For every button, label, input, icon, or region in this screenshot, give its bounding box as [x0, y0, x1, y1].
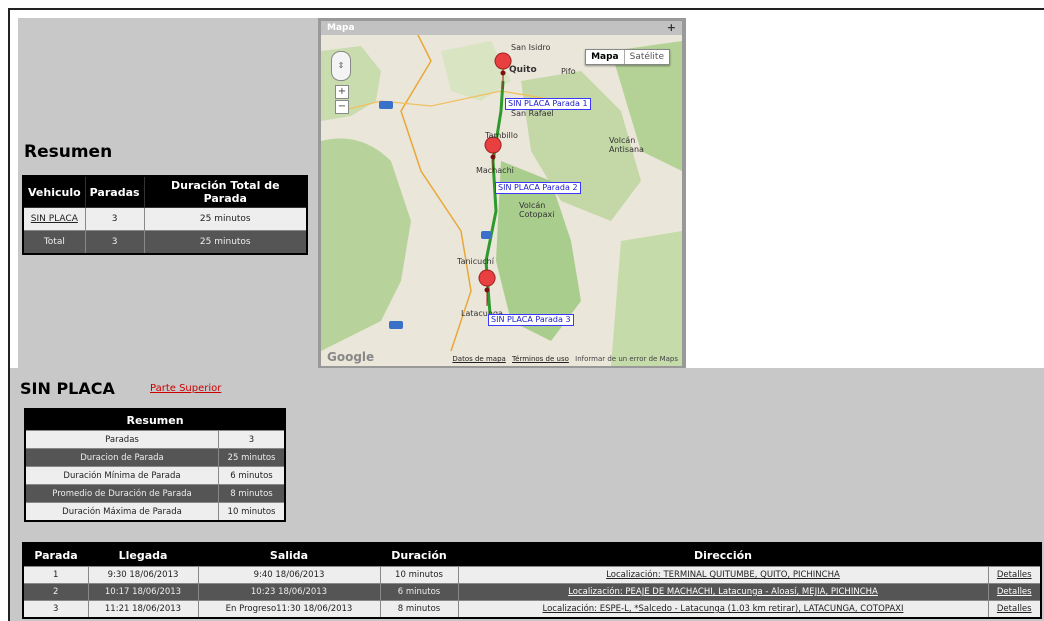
- report-error-link[interactable]: Informar de un error de Maps: [575, 355, 678, 363]
- duration-cell: 25 minutos: [143, 207, 308, 231]
- stop-number: 3: [22, 600, 89, 619]
- details-link[interactable]: Detalles: [997, 587, 1032, 597]
- place-label: Volcán Cotopaxi: [519, 201, 555, 219]
- blank-area: [686, 18, 1044, 368]
- summary-table: Vehiculo Paradas Duración Total de Parad…: [22, 175, 308, 255]
- stop-arrival: 10:17 18/06/2013: [87, 583, 199, 601]
- stat-label: Duración Máxima de Parada: [24, 502, 219, 522]
- table-row: Promedio de Duración de Parada 8 minutos: [24, 484, 286, 503]
- terms-link[interactable]: Términos de uso: [512, 355, 569, 363]
- stop-address-cell: Localización: TERMINAL QUITUMBE, QUITO, …: [457, 566, 989, 584]
- col-duration: Duración: [380, 543, 458, 567]
- stop-departure: 10:23 18/06/2013: [197, 583, 381, 601]
- total-label: Total: [22, 230, 86, 255]
- place-label: San Isidro: [511, 43, 551, 52]
- google-logo: Google: [327, 350, 375, 364]
- map-widget: Mapa + Mapa Satélite ⇕ + − San Isidro Qu…: [318, 18, 686, 370]
- place-label: Quito: [509, 65, 537, 75]
- zoom-control: ⇕ + −: [331, 51, 353, 114]
- stat-label: Duración Mínima de Parada: [24, 466, 219, 485]
- pan-icon[interactable]: ⇕: [331, 51, 351, 81]
- place-label: San Rafael: [511, 109, 554, 118]
- stop-duration: 10 minutos: [379, 566, 459, 584]
- stop-marker-label[interactable]: SIN PLACA Parada 3: [488, 314, 574, 326]
- place-label: Volcán Antisana: [609, 136, 644, 154]
- map-footer: Google Datos de mapa Términos de uso Inf…: [321, 350, 682, 366]
- table-row: 3 11:21 18/06/2013 En Progreso11:30 18/0…: [22, 600, 1042, 619]
- stat-label: Duracion de Parada: [24, 448, 219, 467]
- stop-departure: En Progreso11:30 18/06/2013: [197, 600, 381, 619]
- stat-label: Paradas: [24, 430, 219, 449]
- stop-arrival: 9:30 18/06/2013: [87, 566, 199, 584]
- stat-label: Promedio de Duración de Parada: [24, 484, 219, 503]
- table-row: 1 9:30 18/06/2013 9:40 18/06/2013 10 min…: [22, 566, 1042, 584]
- place-label: Tanicuchí: [457, 257, 494, 266]
- table-row: Duración Mínima de Parada 6 minutos: [24, 466, 286, 485]
- stop-details-cell: Detalles: [987, 583, 1042, 601]
- zoom-out-button[interactable]: −: [335, 100, 349, 114]
- address-link[interactable]: Localización: ESPE-L, *Salcedo - Latacun…: [543, 604, 904, 614]
- stop-number: 1: [22, 566, 89, 584]
- vehicle-title: SIN PLACA: [20, 379, 115, 398]
- stat-value: 6 minutos: [218, 466, 286, 485]
- table-row: Paradas 3: [24, 430, 286, 449]
- table-row: Duración Máxima de Parada 10 minutos: [24, 502, 286, 522]
- stop-details-cell: Detalles: [987, 566, 1042, 584]
- map-titlebar: Mapa +: [321, 21, 682, 35]
- maptype-control: Mapa Satélite: [585, 49, 670, 65]
- stop-address-cell: Localización: ESPE-L, *Salcedo - Latacun…: [457, 600, 989, 619]
- stops-cell: 3: [84, 207, 145, 231]
- details-link[interactable]: Detalles: [997, 570, 1032, 580]
- map-title: Mapa: [327, 23, 355, 33]
- col-stop: Parada: [23, 543, 88, 567]
- col-arrival: Llegada: [88, 543, 198, 567]
- table-row: SIN PLACA 3 25 minutos: [22, 207, 308, 231]
- stop-arrival: 11:21 18/06/2013: [87, 600, 199, 619]
- stop-departure: 9:40 18/06/2013: [197, 566, 381, 584]
- address-link[interactable]: Localización: TERMINAL QUITUMBE, QUITO, …: [606, 570, 840, 580]
- vehicle-link[interactable]: SIN PLACA: [31, 214, 78, 224]
- address-link[interactable]: Localización: PEAJE DE MACHACHI, Latacun…: [568, 587, 878, 597]
- col-details: [988, 543, 1041, 567]
- stop-number: 2: [22, 583, 89, 601]
- table-row: 2 10:17 18/06/2013 10:23 18/06/2013 6 mi…: [22, 583, 1042, 601]
- place-label: Pifo: [561, 67, 576, 76]
- expand-icon[interactable]: +: [667, 21, 676, 35]
- stop-details-cell: Detalles: [987, 600, 1042, 619]
- stat-value: 8 minutos: [218, 484, 286, 503]
- col-vehicle: Vehiculo: [22, 175, 86, 208]
- stop-duration: 8 minutos: [379, 600, 459, 619]
- stop-marker-label[interactable]: SIN PLACA Parada 2: [495, 182, 581, 194]
- total-duration: 25 minutos: [143, 230, 308, 255]
- stats-table: Resumen Paradas 3 Duracion de Parada 25 …: [24, 408, 286, 522]
- stops-table: Parada Llegada Salida Duración Dirección…: [22, 542, 1042, 619]
- top-link[interactable]: Parte Superior: [150, 383, 221, 394]
- map-canvas[interactable]: Mapa + Mapa Satélite ⇕ + − San Isidro Qu…: [321, 21, 682, 366]
- stat-value: 25 minutos: [218, 448, 286, 467]
- stat-value: 10 minutos: [218, 502, 286, 522]
- stop-marker-label[interactable]: SIN PLACA Parada 1: [505, 98, 591, 110]
- stats-title: Resumen: [25, 409, 285, 431]
- zoom-in-button[interactable]: +: [335, 85, 349, 99]
- summary-title: Resumen: [24, 142, 113, 162]
- total-row: Total 3 25 minutos: [22, 230, 308, 255]
- place-label: Machachi: [476, 166, 514, 175]
- col-total-duration: Duración Total de Parada: [143, 175, 308, 208]
- map-data-link[interactable]: Datos de mapa: [452, 355, 505, 363]
- col-address: Dirección: [458, 543, 988, 567]
- place-label: Tambillo: [485, 131, 518, 140]
- col-stops: Paradas: [84, 175, 145, 208]
- table-row: Duracion de Parada 25 minutos: [24, 448, 286, 467]
- details-link[interactable]: Detalles: [997, 604, 1032, 614]
- stop-address-cell: Localización: PEAJE DE MACHACHI, Latacun…: [457, 583, 989, 601]
- maptype-satellite-button[interactable]: Satélite: [623, 50, 669, 64]
- col-departure: Salida: [198, 543, 380, 567]
- maptype-map-button[interactable]: Mapa: [586, 50, 624, 64]
- stat-value: 3: [218, 430, 286, 449]
- total-stops: 3: [84, 230, 145, 255]
- stop-duration: 6 minutos: [379, 583, 459, 601]
